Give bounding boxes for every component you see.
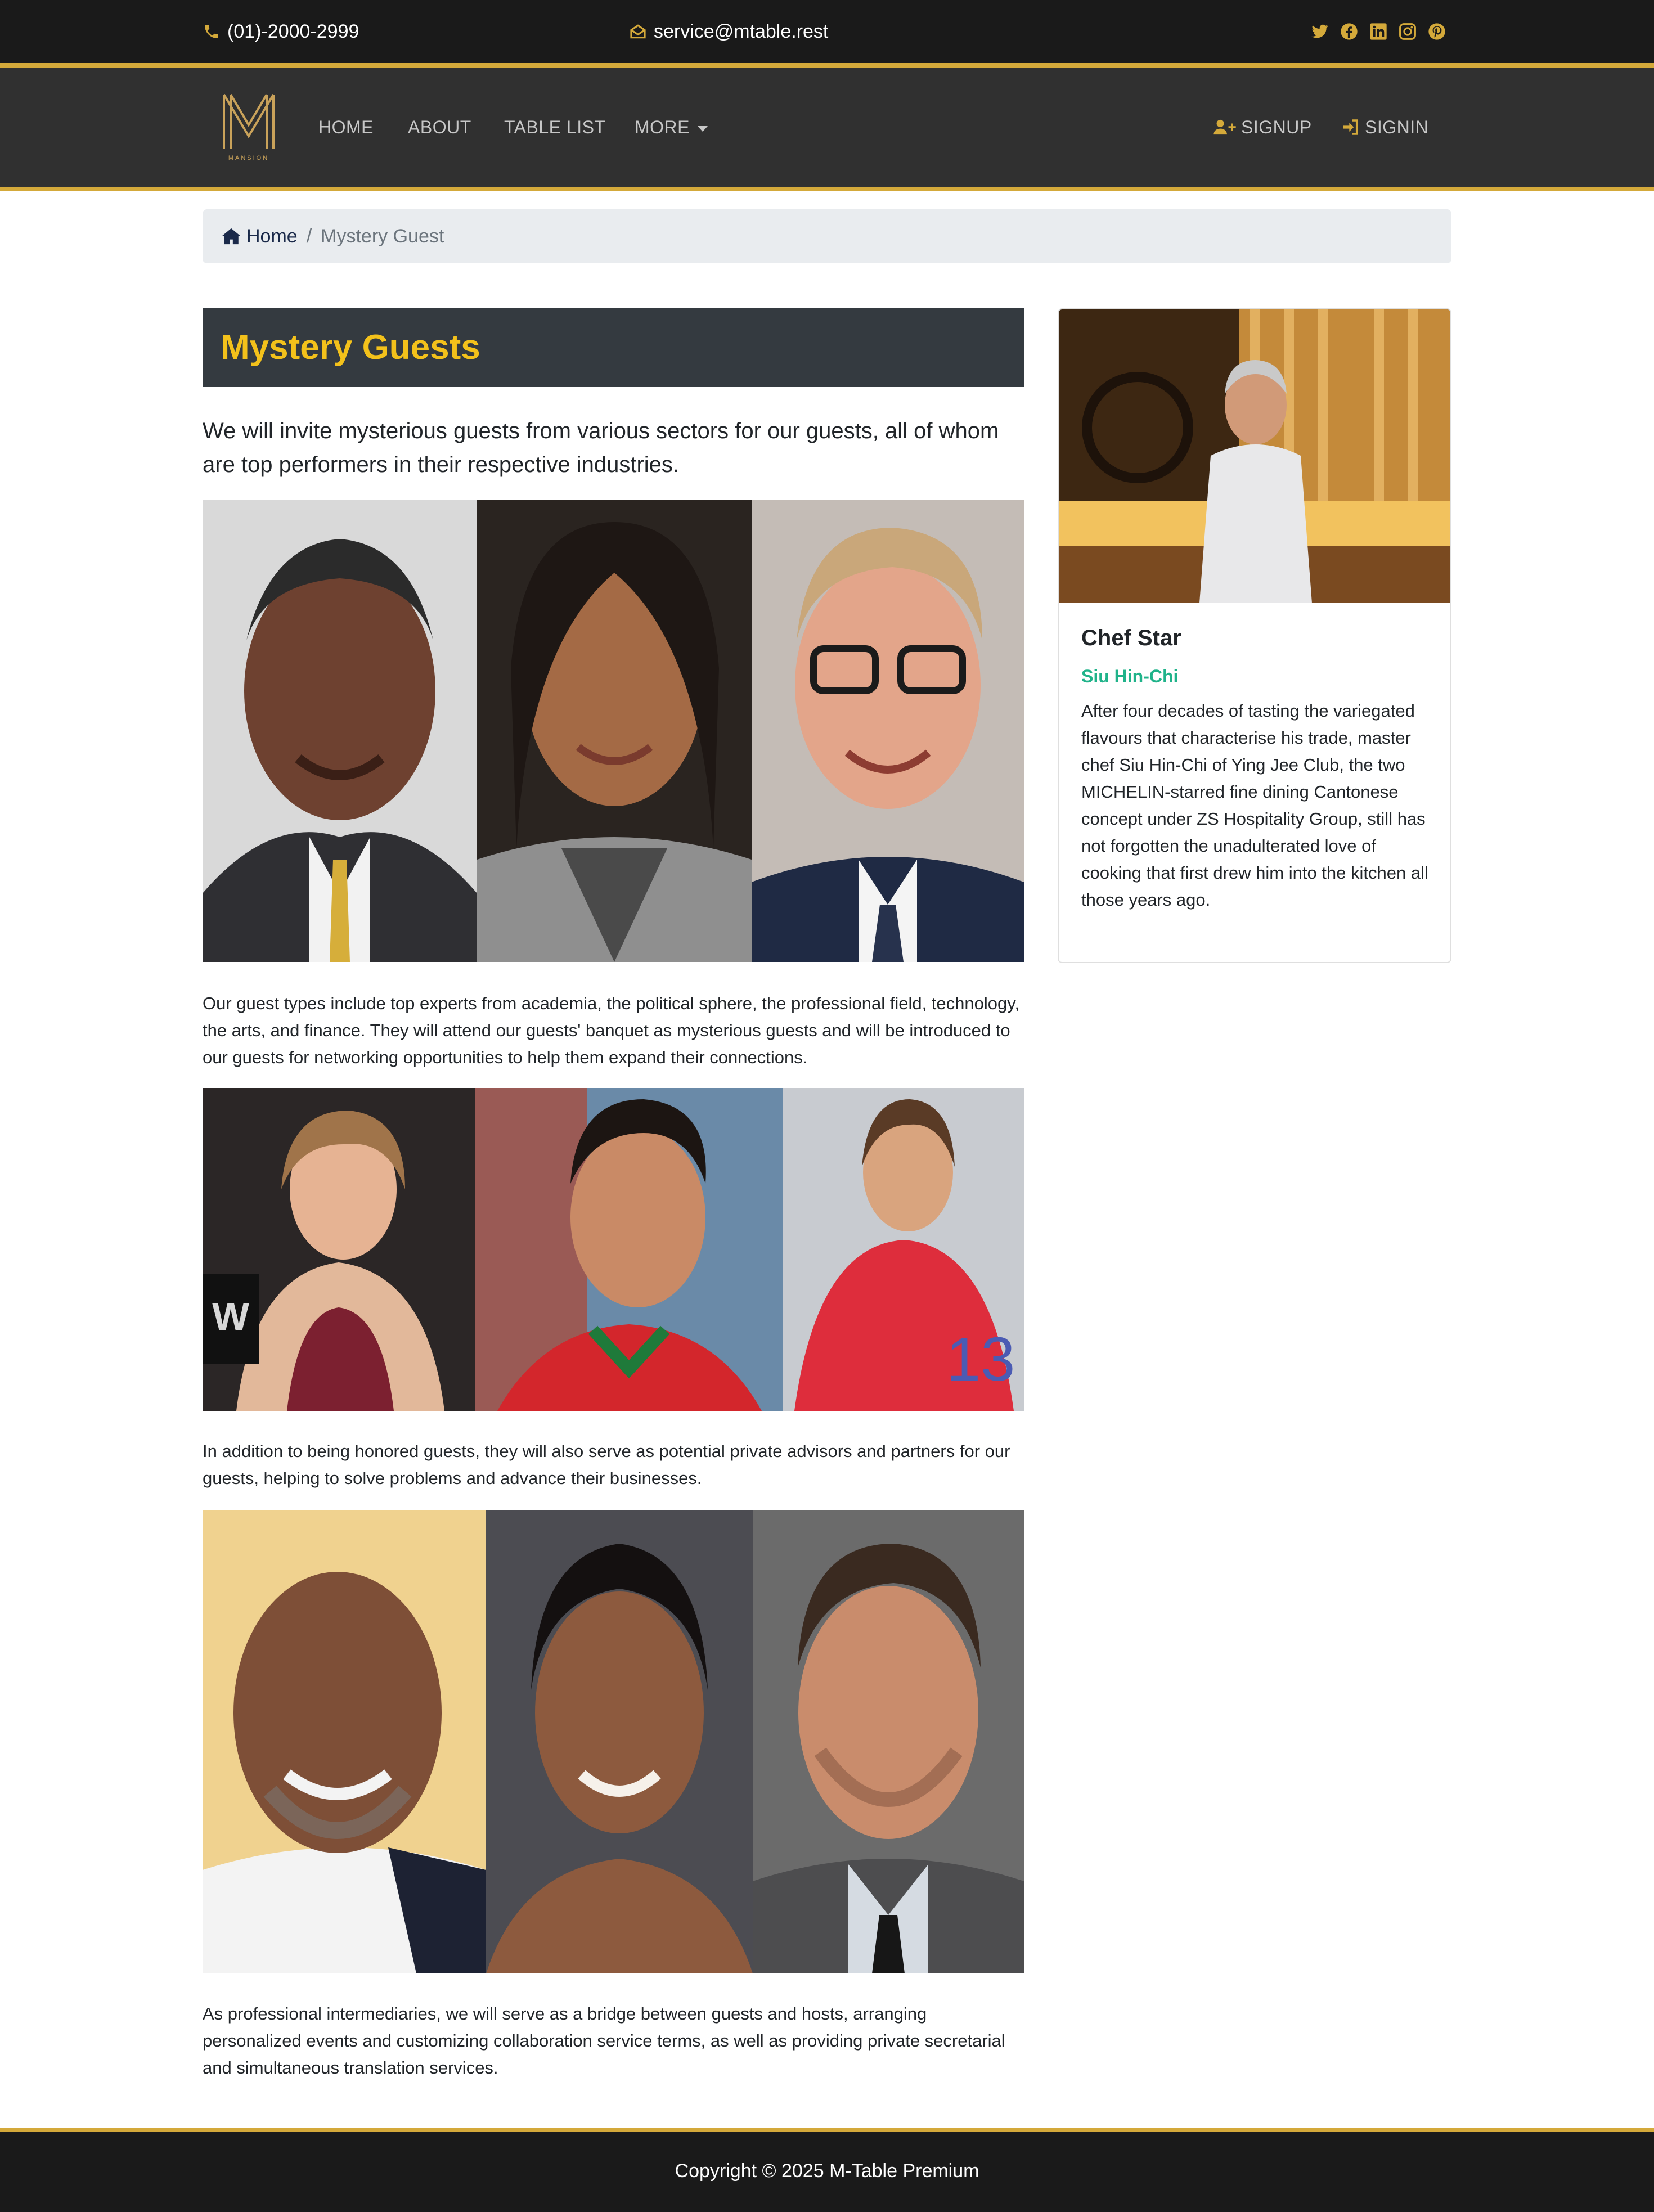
email-contact[interactable]: service@mtable.rest [629,20,828,43]
facebook-icon[interactable] [1340,23,1358,41]
chef-star-card: Chef Star Siu Hin-Chi After four decades… [1058,308,1451,963]
footer: Copyright © 2025 M-Table Premium [0,2132,1654,2212]
body-paragraph: In addition to being honored guests, the… [203,1441,1010,1488]
envelope-open-icon [630,24,646,39]
nav-more-label: MORE [635,117,690,137]
nav-about[interactable]: ABOUT [408,116,471,138]
phone-number: (01)-2000-2999 [227,20,359,42]
card-text: After four decades of tasting the varieg… [1081,701,1428,910]
email-address: service@mtable.rest [654,20,829,42]
svg-text:W: W [212,1294,249,1338]
chef-photo [1059,309,1450,603]
guest-photo [753,1510,1024,1973]
phone-contact[interactable]: (01)-2000-2999 [203,20,359,43]
guest-photo: W [203,1088,475,1411]
copyright-text: Copyright © 2025 M-Table Premium [675,2160,979,2182]
chevron-down-icon [698,125,708,132]
signup-label: SIGNUP [1241,117,1312,137]
guest-photo: 13 [783,1088,1024,1411]
home-icon [222,228,241,245]
pinterest-icon[interactable] [1428,23,1446,41]
navbar-gold-divider [0,187,1654,191]
breadcrumb-home[interactable]: Home [221,226,298,248]
guest-photo-collage-3 [203,1510,1024,1973]
topbar-gold-divider [0,63,1654,68]
breadcrumb-current: Mystery Guest [321,225,444,247]
body-paragraph: Our guest types include top experts from… [203,993,1020,1067]
page-title-banner: Mystery Guests [203,308,1024,387]
instagram-icon[interactable] [1399,23,1417,41]
main-navbar: MANSION HOME ABOUT TABLE LIST MORE SIGNU… [0,68,1654,187]
guest-photo-collage-2: W 13 [203,1088,1024,1411]
guest-photo [477,500,752,962]
svg-text:13: 13 [946,1325,1015,1394]
guest-photo [203,500,477,962]
breadcrumb-separator: / [306,225,312,247]
mansion-logo[interactable]: MANSION [219,90,278,163]
linkedin-icon[interactable] [1369,23,1387,41]
page-title: Mystery Guests [221,328,480,367]
sign-in-icon [1343,119,1358,135]
lead-paragraph: We will invite mysterious guests from va… [203,419,999,477]
card-subtitle: Siu Hin-Chi [1081,666,1179,686]
signin-label: SIGNIN [1365,117,1429,137]
guest-photo [203,1510,486,1973]
signup-link[interactable]: SIGNUP [1213,116,1312,138]
footer-gold-divider [0,2128,1654,2132]
guest-photo [752,500,1024,962]
twitter-icon[interactable] [1311,23,1329,41]
guest-photo [486,1510,753,1973]
top-contact-bar: (01)-2000-2999 service@mtable.rest [0,0,1654,63]
logo-wordmark: MANSION [228,155,269,161]
nav-more-dropdown[interactable]: MORE [635,116,708,138]
body-paragraph: As professional intermediaries, we will … [203,2004,1005,2078]
guest-photo [475,1088,783,1411]
breadcrumb-home-label: Home [246,225,298,247]
breadcrumb: Home / Mystery Guest [203,209,1451,263]
nav-table-list[interactable]: TABLE LIST [504,116,605,138]
card-title: Chef Star [1081,626,1181,650]
guest-photo-collage-1 [203,500,1024,962]
nav-home[interactable]: HOME [318,116,374,138]
user-plus-icon [1213,119,1236,135]
signin-link[interactable]: SIGNIN [1341,116,1428,138]
phone-icon [205,25,218,38]
